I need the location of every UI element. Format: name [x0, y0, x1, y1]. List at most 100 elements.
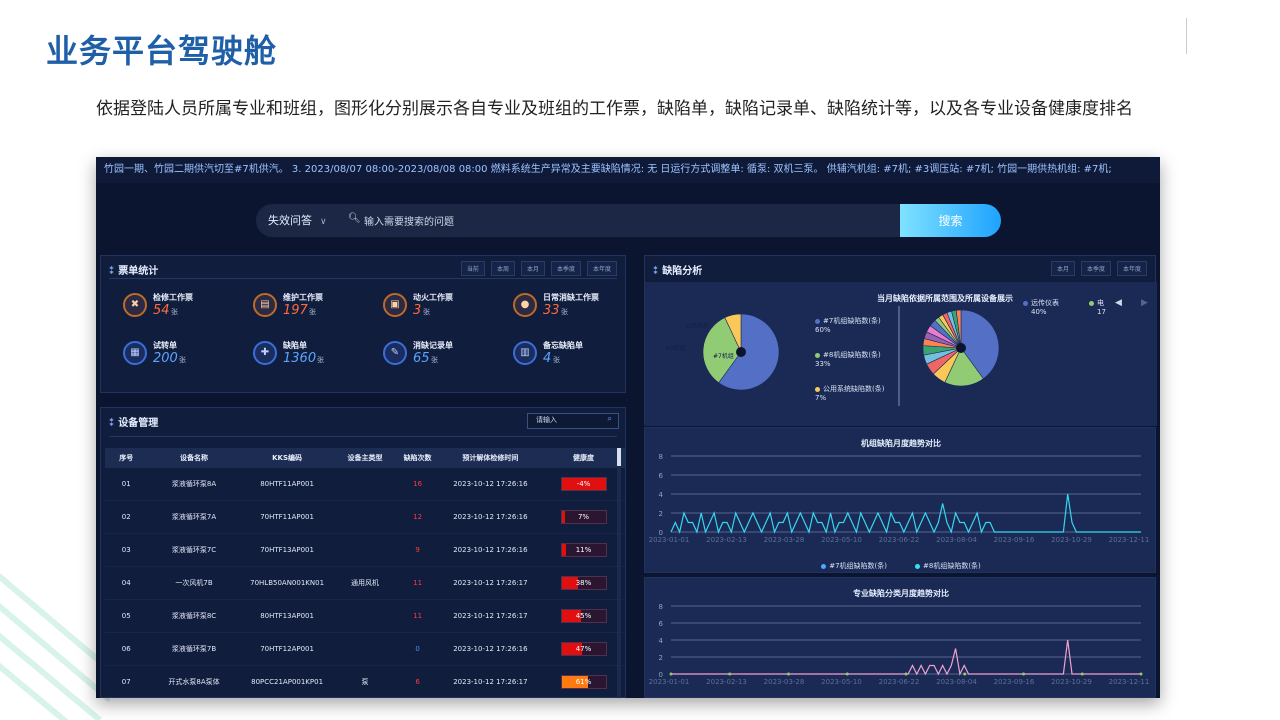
cell-no: 03: [105, 533, 148, 567]
stat-memo[interactable]: ▥ 备忘缺陷单 4 张: [513, 338, 633, 374]
stat-ticket[interactable]: ▤ 维护工作票 197 张: [253, 290, 373, 326]
defect-panel-title: 缺陷分析: [662, 266, 703, 277]
legend-next-icon[interactable]: ▶: [1141, 298, 1148, 308]
pie1-legend-item[interactable]: #8机组缺陷数(条) 33%: [815, 350, 881, 368]
stat-label: 消缺记录单: [413, 341, 453, 350]
pie-hole: [956, 343, 966, 353]
trend-legend-item[interactable]: #8机组缺陷数(条): [915, 562, 981, 570]
series-point[interactable]: [845, 672, 849, 676]
series-point[interactable]: [1139, 672, 1143, 676]
series-point[interactable]: [728, 672, 732, 676]
ticket-stats-panel: ⁑ 票单统计 当前 本周 本月 本季度 本年度 ✖ 检修工作票 54 张 ▤ 维护工作票 197 张 ▣ 动…: [100, 255, 626, 393]
cell-count: 12: [396, 500, 439, 534]
stat-edit[interactable]: ✎ 消缺记录单 65 张: [383, 338, 503, 374]
cell-kks: 70HTF12AP001: [240, 632, 334, 666]
x-tick-label: 2023-08-04: [936, 536, 977, 544]
pie2-legend-item[interactable]: 远传仪表 40%: [1023, 298, 1059, 316]
stat-unit: 张: [179, 356, 186, 364]
legend-pct: 60%: [815, 326, 831, 334]
cell-health: 11%: [542, 533, 625, 567]
memo-icon: ▥: [513, 341, 537, 365]
tab-4[interactable]: 本年度: [586, 261, 617, 276]
series-point[interactable]: [904, 672, 908, 676]
series-point[interactable]: [669, 672, 673, 676]
legend-prev-icon[interactable]: ◀: [1115, 298, 1122, 308]
search-bar: 失效问答∨ 🔍︎ 搜索: [256, 204, 1001, 237]
ticket-period-tabs: 当前 本周 本月 本季度 本年度: [460, 261, 617, 276]
trend-legend-item[interactable]: #7机组缺陷数(条): [821, 562, 887, 570]
health-bar: 38%: [560, 576, 607, 590]
tab-1[interactable]: 本季度: [1080, 261, 1111, 276]
table-scrollbar[interactable]: [617, 448, 621, 698]
tab-2[interactable]: 本年度: [1116, 261, 1147, 276]
series-point[interactable]: [1080, 672, 1084, 676]
stat-location[interactable]: ● 日常消缺工作票 33 张: [513, 290, 633, 326]
table-row[interactable]: 07 开式水泵8A泵体 80PCC21AP001KP01 泵 6 2023-10-12 1…: [105, 665, 625, 698]
specialty-trend-panel: 专业缺陷分类月度趋势对比 0 2 4 6 8 2023-01-01 2023-02-13 20…: [644, 577, 1156, 698]
health-bar: 47%: [560, 642, 607, 656]
legend-name: #7机组缺陷数(条): [823, 317, 881, 325]
table-row[interactable]: 05 浆液循环泵8C 80HTF13AP001 11 2023-10-12 17:26:…: [105, 599, 625, 633]
chevron-down-icon: ∨: [320, 217, 327, 227]
stat-unit: 张: [561, 308, 568, 316]
cell-health: 47%: [542, 632, 625, 666]
tab-0[interactable]: 本月: [1050, 261, 1075, 276]
search-input[interactable]: [346, 211, 816, 233]
pie1-slice-label: #7机组: [713, 352, 734, 360]
wrench-icon: ✖: [123, 293, 147, 317]
table-row[interactable]: 04 一次风机7B 70HLB50AN001KN01 通用风机 11 2023-10-12…: [105, 566, 625, 600]
tab-2[interactable]: 本月: [520, 261, 545, 276]
pie1-legend-item[interactable]: #7机组缺陷数(条) 60%: [815, 316, 881, 334]
health-bar: 11%: [560, 543, 607, 557]
table-row[interactable]: 06 浆液循环泵7B 70HTF12AP001 0 2023-10-12 17:26:1…: [105, 632, 625, 666]
x-tick-label: 2023-01-01: [649, 678, 690, 686]
table-row[interactable]: 01 浆液循环泵8A 80HTF11AP001 16 2023-10-12 17:26:…: [105, 468, 625, 501]
series-point[interactable]: [1022, 672, 1025, 676]
tab-1[interactable]: 本周: [490, 261, 515, 276]
tab-3[interactable]: 本季度: [550, 261, 581, 276]
table-row[interactable]: 02 浆液循环泵7A 70HTF11AP001 12 2023-10-12 17:26:…: [105, 500, 625, 534]
ticket-panel-title: 票单统计: [118, 266, 159, 277]
pie1-slice-label: 公用系统: [685, 322, 709, 330]
pie-charts: 公用系统 #8机组 #7机组: [665, 306, 1000, 406]
pie1-legend-item[interactable]: 公用系统缺陷数(条) 7%: [815, 384, 884, 402]
pie2-legend-item[interactable]: 电 17: [1089, 298, 1106, 316]
series-point[interactable]: [963, 672, 967, 676]
legend-dot: [821, 563, 827, 569]
search-category-dropdown[interactable]: 失效问答 ∨: [262, 204, 327, 237]
panel-title: ⁑ 设备管理: [109, 414, 158, 429]
stat-fire[interactable]: ▣ 动火工作票 3 张: [383, 290, 503, 326]
cell-name: 一次风机7B: [147, 566, 241, 600]
health-label: 11%: [575, 546, 592, 554]
cell-count: 9: [396, 533, 439, 567]
series-point[interactable]: [787, 672, 790, 676]
health-bar: 7%: [560, 510, 607, 524]
stat-test[interactable]: ▦ 试转单 200 张: [123, 338, 243, 374]
stat-wrench[interactable]: ✖ 检修工作票 54 张: [123, 290, 243, 326]
col-header: 设备名称: [147, 448, 241, 468]
legend-dot: [915, 563, 920, 569]
equipment-search-box[interactable]: 请输入 ⌕: [527, 413, 619, 429]
fire-icon: ▣: [383, 293, 407, 317]
ticker-bar: 竹园一期、竹园二期供汽切至#7机供汽。 3. 2023/08/07 08:00-…: [96, 157, 1160, 183]
tab-0[interactable]: 当前: [460, 261, 485, 276]
x-tick-label: 2023-08-04: [936, 678, 977, 686]
equipment-search-placeholder: 请输入: [536, 416, 557, 424]
panel-title: ⁑ 票单统计: [109, 262, 158, 277]
search-icon: ⌕: [607, 414, 612, 423]
x-tick-label: 2023-03-28: [764, 536, 805, 544]
legend-dot: [815, 386, 820, 392]
search-button[interactable]: 搜索: [900, 204, 1001, 237]
cell-no: 05: [105, 599, 148, 633]
decorative-stripes: [0, 572, 110, 720]
cell-kks: 70HTF13AP001: [240, 533, 334, 567]
x-tick-label: 2023-09-16: [994, 536, 1035, 544]
stat-unit: 张: [309, 308, 316, 316]
header-divider: [1186, 18, 1187, 54]
x-tick-label: 2023-01-01: [649, 536, 690, 544]
scrollbar-thumb[interactable]: [617, 448, 621, 466]
x-tick-label: 2023-06-22: [879, 678, 920, 686]
stat-puzzle[interactable]: ✚ 缺陷单 1360 张: [253, 338, 373, 374]
table-row[interactable]: 03 浆液循环泵7C 70HTF13AP001 9 2023-10-12 17:26:1…: [105, 533, 625, 567]
puzzle-icon: ✚: [253, 341, 277, 365]
